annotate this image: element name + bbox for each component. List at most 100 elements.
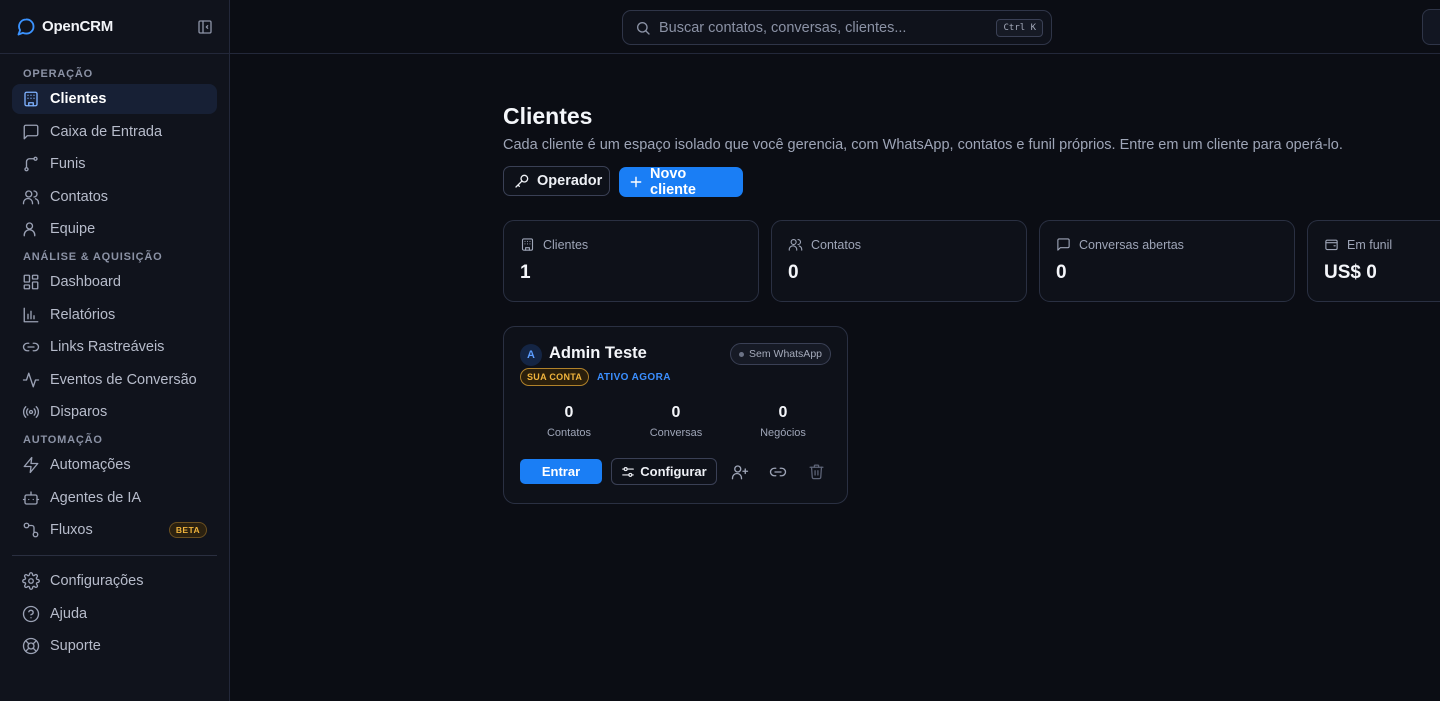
main-content: Clientes Cada cliente é um espaço isolad… — [230, 55, 1440, 701]
users-icon — [22, 188, 40, 206]
sidebar-nav: OPERAÇÃO Clientes Caixa de Entrada Funis… — [0, 54, 229, 661]
sidebar-item-fluxos[interactable]: Fluxos BETA — [12, 515, 217, 545]
git-branch-icon — [22, 155, 40, 173]
stat-card-em-funil: Em funil US$ 0 — [1307, 220, 1440, 302]
sidebar-item-caixa-de-entrada[interactable]: Caixa de Entrada — [12, 117, 217, 147]
sidebar-item-funis[interactable]: Funis — [12, 149, 217, 179]
stat-label: Contatos — [811, 237, 862, 252]
sidebar-item-relatorios[interactable]: Relatórios — [12, 300, 217, 330]
link-icon[interactable] — [769, 463, 789, 483]
stat-card-conversas-abertas: Conversas abertas 0 — [1039, 220, 1295, 302]
stat-header: Em funil — [1324, 237, 1392, 252]
metric-conversas: 0 Conversas — [626, 404, 726, 439]
metric-label: Negócios — [760, 427, 806, 439]
sidebar-item-suporte[interactable]: Suporte — [12, 631, 217, 661]
lifebuoy-icon — [22, 637, 40, 655]
metric-value: 0 — [671, 404, 681, 421]
sidebar-item-ajuda[interactable]: Ajuda — [12, 599, 217, 629]
help-circle-icon — [22, 605, 40, 623]
avatar: A — [520, 344, 542, 366]
sidebar-item-label: Equipe — [50, 221, 96, 238]
new-client-button[interactable]: Novo cliente — [619, 166, 743, 198]
sidebar-item-label: Clientes — [50, 91, 107, 107]
sidebar-item-agentes-de-ia[interactable]: Agentes de IA — [12, 483, 217, 513]
operator-button[interactable]: Operador — [503, 166, 610, 196]
topbar-action-button[interactable] — [1422, 9, 1440, 45]
sliders-icon — [621, 465, 635, 479]
sidebar-item-label: Eventos de Conversão — [50, 371, 197, 388]
metric-value: 0 — [564, 404, 574, 421]
status-dot-icon — [739, 351, 745, 357]
workflow-icon — [22, 521, 40, 539]
active-now-label: ATIVO AGORA — [597, 372, 671, 383]
stat-card-contatos: Contatos 0 — [771, 220, 1027, 302]
building-icon — [520, 237, 535, 252]
plus-icon — [629, 175, 643, 189]
key-icon — [514, 173, 530, 189]
stat-header: Conversas abertas — [1056, 237, 1184, 252]
add-user-icon[interactable] — [731, 463, 751, 483]
sidebar-item-eventos-de-conversao[interactable]: Eventos de Conversão — [12, 365, 217, 395]
sidebar-item-label: Relatórios — [50, 306, 116, 323]
sidebar-item-label: Agentes de IA — [50, 489, 142, 506]
sidebar-item-label: Disparos — [50, 404, 108, 421]
whatsapp-status-badge: Sem WhatsApp — [730, 343, 831, 365]
stat-value: US$ 0 — [1324, 262, 1377, 283]
dashboard-grid-icon — [22, 273, 40, 291]
sidebar-item-links-rastreaveis[interactable]: Links Rastreáveis — [12, 332, 217, 362]
sidebar-item-dashboard[interactable]: Dashboard — [12, 267, 217, 297]
sidebar-item-equipe[interactable]: Equipe — [12, 214, 217, 244]
sidebar-item-contatos[interactable]: Contatos — [12, 182, 217, 212]
building-icon — [22, 90, 40, 108]
sidebar-item-label: Caixa de Entrada — [50, 123, 163, 140]
stat-value: 0 — [788, 262, 799, 283]
stat-value: 0 — [1056, 262, 1067, 283]
topbar: Ctrl K — [230, 0, 1440, 54]
sidebar-item-label: Contatos — [50, 188, 109, 205]
search-bar[interactable]: Ctrl K — [622, 10, 1052, 45]
section-label-automacao: AUTOMAÇÃO — [23, 433, 103, 446]
search-shortcut: Ctrl K — [996, 18, 1043, 37]
search-icon — [635, 20, 651, 36]
page-title: Clientes — [503, 103, 593, 129]
bot-icon — [22, 489, 40, 507]
sidebar: OpenCRM OPERAÇÃO Clientes Caixa de Entra… — [0, 0, 230, 701]
trash-icon[interactable] — [808, 463, 828, 483]
metric-negocios: 0 Negócios — [733, 404, 833, 439]
stat-label: Clientes — [543, 237, 589, 252]
sidebar-item-clientes[interactable]: Clientes — [12, 84, 217, 114]
sidebar-item-label: Fluxos — [50, 522, 93, 539]
metric-contatos: 0 Contatos — [519, 404, 619, 439]
client-card: A Admin Teste Sem WhatsApp SUA CONTA ATI… — [503, 326, 848, 504]
client-name: Admin Teste — [549, 344, 647, 362]
sidebar-item-configuracoes[interactable]: Configurações — [12, 566, 217, 596]
brand: OpenCRM — [0, 0, 229, 54]
wallet-icon — [1324, 237, 1339, 252]
zap-icon — [22, 456, 40, 474]
configure-button-label: Configurar — [640, 464, 707, 479]
sidebar-collapse-icon[interactable] — [197, 19, 213, 35]
beta-badge: BETA — [168, 522, 207, 539]
metric-label: Contatos — [546, 427, 592, 439]
message-square-icon — [1056, 237, 1071, 252]
sidebar-item-automacoes[interactable]: Automações — [12, 450, 217, 480]
stat-label: Em funil — [1347, 237, 1393, 252]
sidebar-divider — [12, 555, 217, 557]
configure-button[interactable]: Configurar — [611, 458, 717, 485]
sidebar-item-label: Links Rastreáveis — [50, 339, 165, 356]
search-input[interactable] — [659, 19, 997, 36]
sidebar-item-label: Ajuda — [50, 605, 88, 622]
stat-header: Clientes — [520, 237, 588, 252]
metric-label: Conversas — [649, 427, 703, 439]
page-subtitle: Cada cliente é um espaço isolado que voc… — [503, 137, 1343, 153]
stat-header: Contatos — [788, 237, 861, 252]
stat-value: 1 — [520, 262, 531, 283]
gear-icon — [22, 572, 40, 590]
enter-button[interactable]: Entrar — [520, 459, 602, 484]
sidebar-item-label: Configurações — [50, 573, 144, 590]
message-square-icon — [22, 123, 40, 141]
operator-button-label: Operador — [537, 173, 603, 189]
whatsapp-status-label: Sem WhatsApp — [749, 348, 822, 360]
sidebar-item-disparos[interactable]: Disparos — [12, 397, 217, 427]
users-icon — [788, 237, 803, 252]
